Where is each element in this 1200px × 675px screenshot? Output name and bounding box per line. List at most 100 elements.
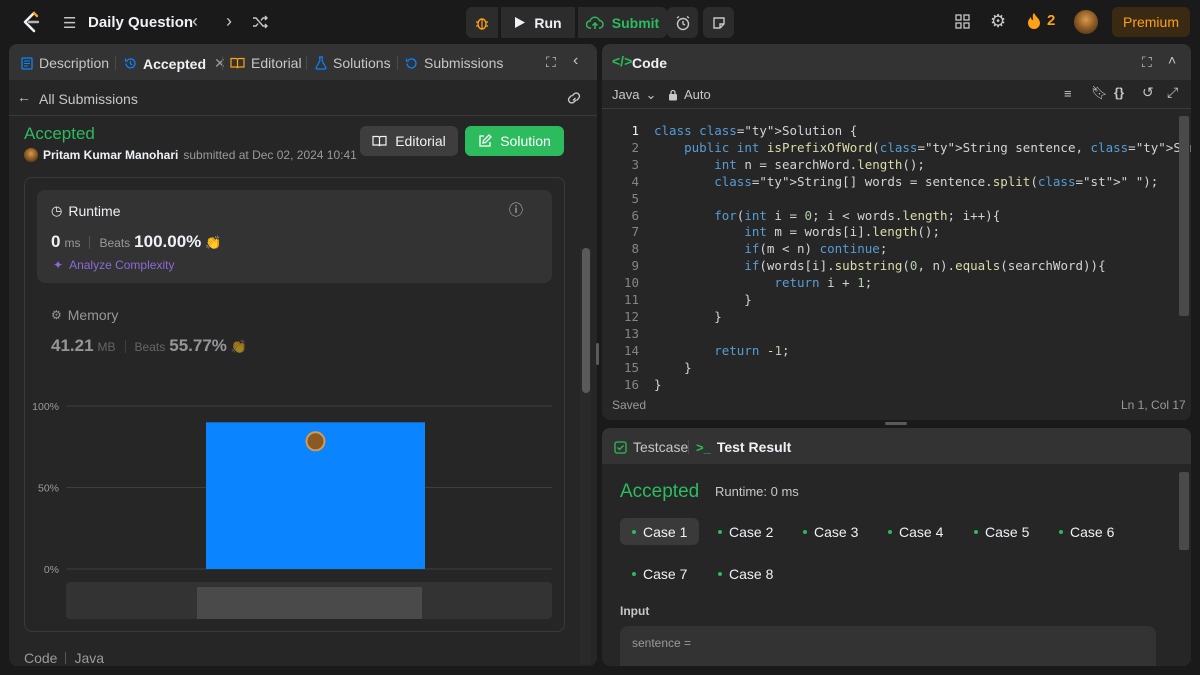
code-line: public int isPrefixOfWord(class="ty">Str… xyxy=(684,139,1191,155)
streak-counter[interactable]: 2 xyxy=(1027,12,1055,29)
tab-submissions[interactable]: Submissions xyxy=(405,55,503,71)
result-status: Accepted xyxy=(620,481,700,502)
submit-button[interactable]: Submit xyxy=(578,7,667,38)
editor-scrollbar-thumb[interactable] xyxy=(1179,116,1189,316)
pass-dot xyxy=(888,529,892,534)
autosave-indicator[interactable]: Auto xyxy=(668,87,711,102)
pass-dot xyxy=(632,571,636,576)
left-scrollbar-track[interactable] xyxy=(580,248,591,664)
line-number: 13 xyxy=(623,325,639,341)
case-tab-7[interactable]: Case 7 xyxy=(620,560,699,587)
y-tick-label: 100% xyxy=(32,401,59,413)
pass-dot xyxy=(974,529,978,534)
problem-list-icon[interactable]: ☰ xyxy=(63,14,76,32)
braces-icon[interactable]: {} xyxy=(1114,85,1124,100)
run-button[interactable]: Run xyxy=(501,7,575,38)
close-tab-icon[interactable]: ✕ xyxy=(214,55,226,72)
memory-label: Memory xyxy=(67,307,119,323)
case-label: Case 2 xyxy=(729,523,774,540)
collapse-up-icon[interactable]: ˄ xyxy=(1168,52,1176,68)
expand-editor-icon[interactable]: ⤢ xyxy=(1167,84,1178,101)
shuffle-icon[interactable] xyxy=(252,15,268,29)
play-icon xyxy=(515,17,526,28)
memory-beats-label: Beats xyxy=(134,340,166,354)
layout-grid-icon[interactable] xyxy=(955,14,970,29)
code-line: class class="ty">Solution { xyxy=(654,123,858,138)
memory-value: 41.21 xyxy=(51,336,94,355)
timer-button[interactable] xyxy=(667,7,698,38)
code-line: return -1; xyxy=(714,342,790,358)
tab-description[interactable]: Description xyxy=(21,55,109,71)
chip-icon: ⚙ xyxy=(51,308,62,322)
author-name[interactable]: Pritam Kumar Manohari xyxy=(43,148,178,162)
chart-range-selector[interactable] xyxy=(197,587,422,619)
case-label: Case 4 xyxy=(899,523,944,540)
maximize-icon[interactable]: ⛶ xyxy=(1142,54,1152,71)
case-tab-5[interactable]: Case 5 xyxy=(962,518,1041,545)
run-label: Run xyxy=(534,14,562,31)
tab-testcase[interactable]: Testcase xyxy=(614,439,688,455)
left-scrollbar-thumb[interactable] xyxy=(582,248,590,393)
settings-gear-icon[interactable]: ⚙ xyxy=(990,11,1006,32)
author-avatar[interactable] xyxy=(24,148,38,162)
horizontal-resize-handle[interactable] xyxy=(885,422,907,425)
case-tab-1[interactable]: Case 1 xyxy=(620,518,700,545)
code-line: int m = words[i].length(); xyxy=(744,224,940,240)
runtime-beats-value: 100.00% xyxy=(134,232,202,251)
runtime-card[interactable]: ◷ Runtime ⓘ 0 ms Beats 100.00% 👏 ✦ Analy… xyxy=(37,190,552,283)
line-number: 16 xyxy=(623,376,639,392)
bookmark-icon[interactable]: 🔖︎ xyxy=(1091,85,1108,101)
next-problem-icon[interactable]: › xyxy=(226,11,232,32)
code-label: Code xyxy=(24,650,58,666)
pass-dot xyxy=(803,529,807,534)
reset-icon[interactable]: ↺ xyxy=(1142,84,1154,101)
code-editor[interactable]: 1 class class="ty">Solution {2 public int… xyxy=(602,116,1191,392)
collapse-left-icon[interactable]: ‹ xyxy=(573,52,578,70)
case-tab-6[interactable]: Case 6 xyxy=(1047,518,1126,545)
tab-editorial-label: Editorial xyxy=(251,55,302,71)
debugger-button[interactable] xyxy=(466,7,498,38)
runtime-unit: ms xyxy=(64,236,81,250)
vertical-resize-handle[interactable] xyxy=(596,343,599,365)
prev-problem-icon[interactable]: ‹ xyxy=(192,11,198,32)
tab-accepted[interactable]: Accepted ✕ xyxy=(124,55,226,72)
divider xyxy=(602,108,1191,109)
analyze-complexity-label: Analyze Complexity xyxy=(69,258,175,272)
daily-question-title[interactable]: Daily Question xyxy=(88,14,193,31)
case-tab-8[interactable]: Case 8 xyxy=(706,560,785,587)
runtime-value: 0 xyxy=(51,232,61,251)
tab-divider xyxy=(222,56,223,70)
tab-editorial[interactable]: Editorial xyxy=(230,55,302,71)
editorial-button[interactable]: Editorial xyxy=(360,126,458,156)
leetcode-logo-icon[interactable] xyxy=(20,11,42,33)
format-lines-icon[interactable]: ≡ xyxy=(1064,86,1072,101)
notes-button[interactable] xyxy=(703,7,734,38)
submission-panel: Description Accepted ✕ Editorial Solutio… xyxy=(9,44,597,666)
code-line: int n = searchWord.length(); xyxy=(714,156,925,172)
solution-button[interactable]: Solution xyxy=(465,126,564,156)
tab-test-result[interactable]: >_ Test Result xyxy=(696,439,791,455)
premium-button[interactable]: Premium xyxy=(1112,7,1190,37)
submission-status: Accepted xyxy=(24,124,95,143)
all-submissions-link[interactable]: All Submissions xyxy=(39,91,138,107)
book-icon xyxy=(372,135,387,147)
case-tab-4[interactable]: Case 4 xyxy=(876,518,955,545)
tab-solutions[interactable]: Solutions xyxy=(315,55,391,71)
case-tab-2[interactable]: Case 2 xyxy=(706,518,785,545)
analyze-complexity-link[interactable]: ✦ Analyze Complexity xyxy=(53,258,174,272)
maximize-icon[interactable]: ⛶ xyxy=(546,54,556,71)
result-scrollbar-thumb[interactable] xyxy=(1179,472,1189,550)
run-submit-group: Run Submit xyxy=(466,7,667,38)
code-line: if(m < n) continue; xyxy=(744,241,888,257)
code-line: } xyxy=(654,359,692,375)
info-icon[interactable]: ⓘ xyxy=(509,200,523,220)
divider xyxy=(124,339,126,353)
fire-icon xyxy=(1028,13,1040,29)
memory-card[interactable]: ⚙ Memory 41.21 MB Beats 55.77% 👏 xyxy=(39,300,539,360)
back-arrow-icon[interactable]: ← xyxy=(17,89,31,105)
case-tab-3[interactable]: Case 3 xyxy=(791,518,870,545)
link-icon[interactable] xyxy=(566,91,582,105)
user-avatar[interactable] xyxy=(1074,10,1098,34)
language-select[interactable]: Java ⌄ xyxy=(612,87,656,103)
history-icon xyxy=(124,58,136,69)
